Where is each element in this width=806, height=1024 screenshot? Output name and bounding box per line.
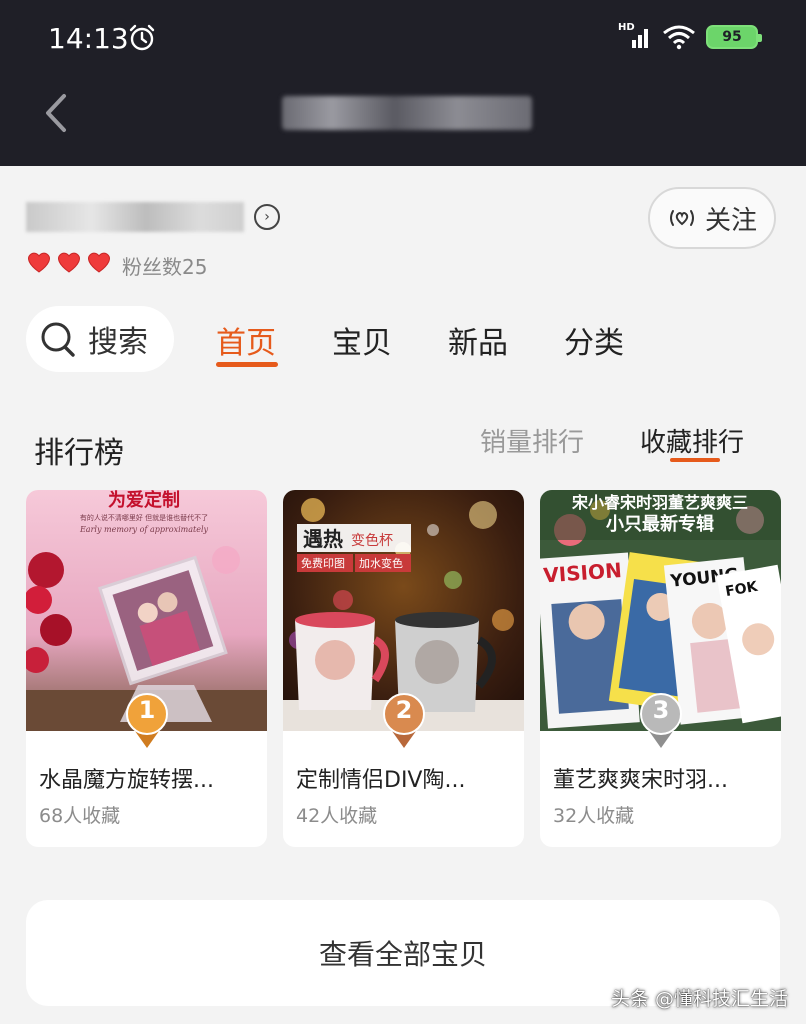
broadcast-icon — [669, 210, 694, 226]
heart-icon — [58, 252, 80, 273]
ranking-title: 排行榜 — [34, 436, 124, 471]
product-card[interactable]: 宋小睿宋时羽董艺爽爽三 小只最新专辑 VISION YOUNG FOK 3 董艺… — [540, 490, 781, 847]
tab-categories[interactable]: 分类 — [564, 318, 624, 362]
rank-number: 3 — [652, 696, 670, 724]
favorites-count: 32人收藏 — [553, 805, 635, 827]
wifi-icon — [663, 25, 695, 50]
rank-badge: 2 — [379, 690, 429, 750]
image-headline: 遇热 — [303, 527, 343, 551]
rank-number: 1 — [138, 696, 156, 724]
search-label: 搜索 — [88, 325, 148, 360]
status-time: 14:13 — [48, 22, 129, 55]
tab-new[interactable]: 新品 — [448, 318, 508, 362]
rank-badge: 1 — [122, 690, 172, 750]
favorites-count: 42人收藏 — [296, 805, 378, 827]
product-card[interactable]: 遇热 变色杯 免费印图 加水变色 2 定制情侣DIV陶... 42人收藏 — [283, 490, 524, 847]
blurred-page-title — [282, 96, 532, 130]
image-subtext-2: 加水变色 — [359, 556, 403, 570]
image-headline-2: 变色杯 — [351, 532, 393, 549]
image-script: Early memory of approximately — [79, 525, 209, 534]
favorites-ranking-tab[interactable]: 收藏排行 — [640, 422, 744, 459]
shop-rating — [26, 250, 112, 274]
alarm-icon — [129, 24, 155, 51]
status-icons: HD 95 — [618, 22, 762, 50]
watermark: 头条 @懂科技汇生活 — [610, 988, 788, 1010]
image-subtext: 有的人说不清哪里好 但就是谁也替代不了 — [80, 513, 208, 522]
image-headline: 为爱定制 — [108, 490, 180, 511]
rank-badge: 3 — [636, 690, 686, 750]
heart-icon — [28, 252, 50, 273]
battery-icon: 95 — [706, 25, 762, 49]
fans-count: 粉丝数25 — [122, 255, 208, 279]
search-button[interactable]: 搜索 — [26, 306, 174, 372]
product-card[interactable]: 为爱定制 有的人说不清哪里好 但就是谁也替代不了 Early memory of… — [26, 490, 267, 847]
favorites-count: 68人收藏 — [39, 805, 121, 827]
blurred-shop-name[interactable] — [26, 202, 244, 232]
search-icon — [41, 322, 75, 357]
network-label: HD — [618, 22, 635, 33]
active-tab-indicator — [216, 362, 278, 367]
signal-icon: HD — [618, 22, 652, 50]
heart-icon — [88, 252, 110, 273]
back-arrow-icon[interactable] — [40, 92, 72, 134]
product-name: 定制情侣DIV陶... — [296, 768, 466, 793]
tab-home[interactable]: 首页 — [216, 318, 276, 362]
product-name: 水晶魔方旋转摆... — [39, 768, 214, 793]
active-sort-indicator — [670, 458, 720, 462]
image-subtext: 小只最新专辑 — [606, 513, 714, 535]
top-bar: 14:13 HD 95 — [0, 0, 806, 166]
tab-products[interactable]: 宝贝 — [332, 318, 392, 362]
rank-number: 2 — [395, 696, 413, 724]
follow-label: 关注 — [704, 205, 757, 236]
image-headline: 宋小睿宋时羽董艺爽爽三 — [571, 493, 748, 512]
sales-ranking-tab[interactable]: 销量排行 — [480, 422, 584, 459]
chevron-right-icon[interactable]: › — [254, 204, 280, 230]
follow-button[interactable]: 关注 — [648, 187, 776, 249]
image-subtext: 免费印图 — [301, 556, 345, 570]
product-name: 董艺爽爽宋时羽... — [553, 768, 728, 793]
